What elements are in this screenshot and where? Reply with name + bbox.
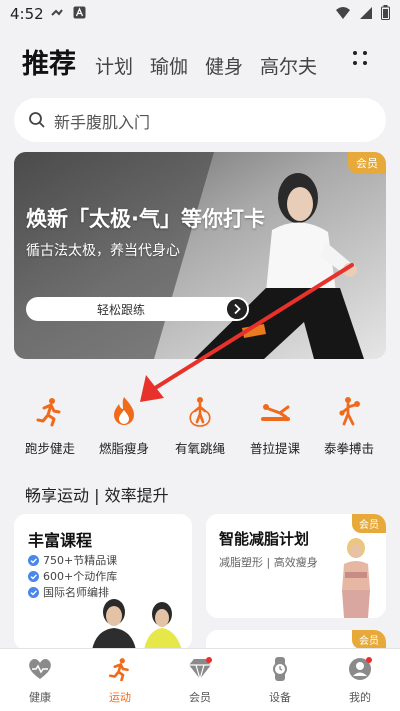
category-jump-rope[interactable]: 有氧跳绳 xyxy=(161,392,239,457)
check-icon xyxy=(28,554,39,566)
card-title: 丰富课程 xyxy=(28,531,93,550)
nav-mine[interactable]: 我的 xyxy=(330,657,390,705)
tab-yoga[interactable]: 瑜伽 xyxy=(150,52,188,79)
diamond-icon xyxy=(189,657,212,682)
status-bar: 4:52 xyxy=(0,0,400,28)
category-boxing[interactable]: 泰拳搏击 xyxy=(310,392,388,457)
category-label: 燃脂瘦身 xyxy=(98,441,149,456)
check-icon xyxy=(28,570,39,582)
tab-fitness[interactable]: 健身 xyxy=(205,52,243,79)
feature-item: 600+个动作库 xyxy=(28,568,117,584)
wifi-icon xyxy=(336,6,350,19)
vip-badge: 会员 xyxy=(352,514,386,533)
nav-label: 会员 xyxy=(189,691,211,704)
nav-health[interactable]: 健康 xyxy=(10,657,70,705)
vip-badge: 会员 xyxy=(352,630,386,649)
nav-devices[interactable]: 设备 xyxy=(250,657,310,705)
smart-fat-loss-card[interactable]: 会员 智能减脂计划 减脂塑形 | 高效瘦身 xyxy=(206,514,386,618)
flame-icon xyxy=(105,392,143,430)
search-placeholder: 新手腹肌入门 xyxy=(54,113,151,132)
category-fat-burning[interactable]: 燃脂瘦身 xyxy=(85,392,163,457)
category-running[interactable]: 跑步健走 xyxy=(11,392,89,457)
heart-icon xyxy=(29,659,51,679)
category-label: 泰拳搏击 xyxy=(323,441,374,456)
bottom-nav: 健康 运动 会员 设备 我的 xyxy=(0,648,400,711)
a-notification-icon xyxy=(73,6,86,19)
model-image xyxy=(342,538,370,618)
watch-icon xyxy=(273,657,287,681)
chevron-right-icon xyxy=(227,299,247,319)
vip-badge: 会员 xyxy=(348,152,386,174)
category-label: 跑步健走 xyxy=(24,441,75,456)
nav-label: 健康 xyxy=(29,691,51,704)
card-subtitle: 减脂塑形 | 高效瘦身 xyxy=(219,556,318,569)
feature-item: 750+节精品课 xyxy=(28,552,117,568)
follow-practice-label: 轻松跟练 xyxy=(96,303,145,317)
boxing-icon xyxy=(330,392,368,430)
tab-plan[interactable]: 计划 xyxy=(95,52,133,79)
app-notification-icon xyxy=(51,9,63,16)
search-bar[interactable]: 新手腹肌入门 xyxy=(14,98,386,142)
signal-icon xyxy=(360,6,372,19)
nav-vip[interactable]: 会员 xyxy=(170,657,230,705)
runner-icon xyxy=(108,658,129,682)
more-menu-icon[interactable] xyxy=(349,47,371,69)
rich-courses-card[interactable]: 丰富课程 750+节精品课 600+个动作库 国际名师编排 xyxy=(14,514,192,650)
category-label: 普拉提课 xyxy=(249,441,300,456)
tab-golf[interactable]: 高尔夫 xyxy=(260,52,317,79)
runner-icon xyxy=(31,392,69,430)
nav-label: 我的 xyxy=(349,691,371,704)
banner-title: 焕新「太极·气」等你打卡 xyxy=(26,207,265,231)
category-row: 跑步健走 燃脂瘦身 有氧跳绳 普拉提课 泰拳搏击 xyxy=(0,392,400,472)
follow-practice-button[interactable]: 轻松跟练 xyxy=(26,297,249,321)
card-title: 智能减脂计划 xyxy=(219,530,310,548)
nav-sports[interactable]: 运动 xyxy=(90,657,150,705)
top-tabs: 推荐 计划 瑜伽 健身 高尔夫 xyxy=(22,42,334,82)
status-time: 4:52 xyxy=(10,5,44,23)
promo-banner[interactable]: 会员 焕新「太极·气」等你打卡 循古法太极，养当代身心 轻松跟练 xyxy=(14,152,386,359)
banner-subtitle: 循古法太极，养当代身心 xyxy=(26,243,180,259)
pilates-icon xyxy=(256,392,294,430)
nav-label: 运动 xyxy=(109,691,131,704)
category-pilates[interactable]: 普拉提课 xyxy=(236,392,314,457)
section-title: 畅享运动 | 效率提升 xyxy=(25,486,169,505)
jump-rope-icon xyxy=(181,392,219,430)
instructors-image xyxy=(92,599,182,650)
tab-recommend[interactable]: 推荐 xyxy=(22,42,76,81)
battery-icon xyxy=(381,5,390,20)
category-label: 有氧跳绳 xyxy=(174,441,225,456)
user-icon xyxy=(349,657,372,680)
nav-label: 设备 xyxy=(269,691,291,704)
feature-text: 750+节精品课 xyxy=(43,554,118,567)
search-icon xyxy=(29,112,45,128)
feature-text: 600+个动作库 xyxy=(43,570,118,583)
